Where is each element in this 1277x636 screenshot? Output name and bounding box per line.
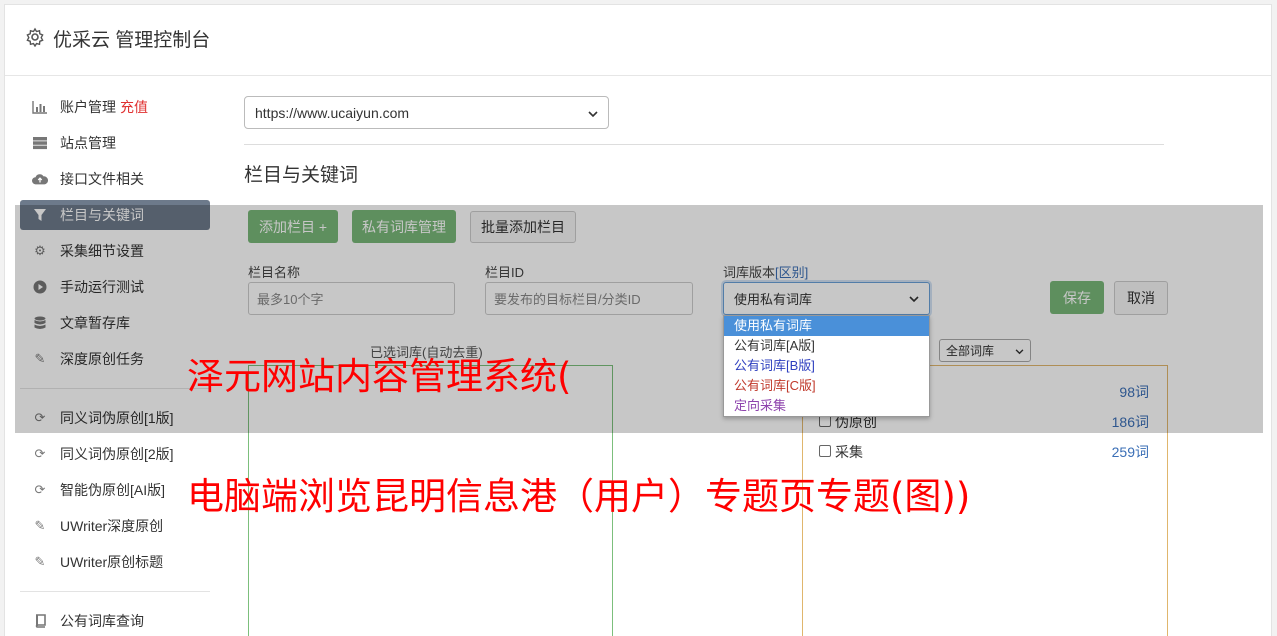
- chevron-down-icon: [1015, 344, 1024, 358]
- sidebar-item-uwriter-deep[interactable]: ✎ UWriter深度原创: [20, 511, 210, 541]
- sidebar-item-label: 公有词库查询: [60, 613, 144, 629]
- batch-add-button[interactable]: 批量添加栏目: [470, 211, 576, 243]
- sidebar-item-interface[interactable]: 接口文件相关: [20, 164, 210, 194]
- column-name-label: 栏目名称: [248, 265, 301, 280]
- difference-link[interactable]: [区别]: [775, 265, 808, 280]
- column-name-input[interactable]: 最多10个字: [248, 282, 455, 315]
- sidebar-item-manual-run[interactable]: 手动运行测试: [20, 272, 210, 302]
- sidebar-item-label: 账户管理: [60, 99, 116, 115]
- database-icon: [32, 315, 48, 331]
- sidebar-item-deep-original[interactable]: ✎ 深度原创任务: [20, 344, 210, 374]
- chevron-down-icon: [588, 105, 598, 121]
- watermark-line-1: 泽元网站内容管理系统(: [187, 355, 572, 398]
- sidebar-item-account[interactable]: 账户管理 充值: [20, 92, 210, 122]
- edit-icon: ✎: [34, 554, 46, 569]
- version-option[interactable]: 公有词库[A版]: [724, 336, 929, 356]
- sidebar-item-label: UWriter原创标题: [60, 554, 164, 570]
- sidebar-item-label: UWriter深度原创: [60, 518, 164, 534]
- cloud-upload-icon: [32, 171, 48, 187]
- sidebar-item-label: 采集细节设置: [60, 243, 144, 259]
- save-button[interactable]: 保存: [1050, 281, 1104, 314]
- lib-filter-select[interactable]: 全部词库: [939, 339, 1031, 362]
- version-dropdown: 使用私有词库 公有词库[A版] 公有词库[B版] 公有词库[C版] 定向采集: [723, 315, 930, 417]
- chevron-down-icon: [909, 291, 919, 306]
- version-select-value: 使用私有词库: [734, 292, 813, 307]
- book-icon: [32, 613, 48, 629]
- version-label-text: 词库版本: [723, 265, 776, 280]
- sidebar: 账户管理 充值 站点管理 接口文件相关 栏目与关键词 ⚙ 采集细节设置 手动运行…: [20, 92, 210, 636]
- cancel-button[interactable]: 取消: [1114, 281, 1168, 315]
- version-option[interactable]: 使用私有词库: [724, 316, 929, 336]
- play-circle-icon: [32, 279, 48, 295]
- version-option[interactable]: 公有词库[B版]: [724, 356, 929, 376]
- refresh-icon: ⟳: [34, 482, 46, 497]
- site-select-value: https://www.ucaiyun.com: [255, 104, 410, 121]
- page-title: 栏目与关键词: [244, 165, 359, 186]
- sidebar-item-sites[interactable]: 站点管理: [20, 128, 210, 158]
- sidebar-item-uwriter-title[interactable]: ✎ UWriter原创标题: [20, 547, 210, 577]
- lib-count: 186词: [1111, 414, 1149, 430]
- app-title: 优采云 管理控制台: [53, 30, 211, 51]
- lib-name-wrap: 采集: [819, 442, 863, 462]
- refresh-icon: ⟳: [34, 446, 46, 461]
- sidebar-divider: [20, 591, 210, 592]
- add-column-button[interactable]: 添加栏目 +: [248, 210, 338, 243]
- sidebar-item-columns[interactable]: 栏目与关键词: [20, 200, 210, 230]
- version-select[interactable]: 使用私有词库: [723, 282, 930, 315]
- column-id-label: 栏目ID: [485, 265, 525, 280]
- sidebar-item-collect-settings[interactable]: ⚙ 采集细节设置: [20, 236, 210, 266]
- lib-count: 259词: [1111, 444, 1149, 460]
- gear-icon: [26, 27, 44, 47]
- private-lib-button[interactable]: 私有词库管理: [352, 210, 456, 243]
- site-select[interactable]: https://www.ucaiyun.com: [244, 96, 609, 129]
- lib-filter-value: 全部词库: [946, 344, 995, 358]
- checkbox[interactable]: [819, 445, 831, 457]
- sidebar-item-label: 深度原创任务: [60, 351, 144, 367]
- recharge-link[interactable]: 充值: [120, 97, 148, 117]
- sidebar-item-synonym-v2[interactable]: ⟳ 同义词伪原创[2版]: [20, 439, 210, 469]
- sidebar-item-label: 接口文件相关: [60, 171, 144, 187]
- lib-count: 98词: [1119, 384, 1149, 400]
- column-id-input[interactable]: 要发布的目标栏目/分类ID: [485, 282, 693, 315]
- server-icon: [32, 135, 48, 151]
- sidebar-item-label: 文章暂存库: [60, 315, 130, 331]
- section-divider: [244, 144, 1164, 145]
- version-label: 词库版本[区别]: [723, 262, 808, 281]
- bar-chart-icon: [32, 99, 48, 115]
- watermark-line-2: 电脑端浏览昆明信息港（用户）专题页专题(图)): [187, 475, 971, 518]
- sidebar-item-public-lib[interactable]: 公有词库查询: [20, 606, 210, 636]
- lib-name: 采集: [835, 444, 863, 460]
- version-option[interactable]: 公有词库[C版]: [724, 376, 929, 396]
- gears-icon: ⚙: [34, 243, 46, 258]
- refresh-icon: ⟳: [34, 410, 46, 425]
- sidebar-item-label: 智能伪原创[AI版]: [60, 482, 166, 498]
- sidebar-item-synonym-v1[interactable]: ⟳ 同义词伪原创[1版]: [20, 403, 210, 433]
- sidebar-item-label: 栏目与关键词: [60, 207, 144, 223]
- edit-icon: ✎: [34, 351, 46, 366]
- sidebar-item-label: 同义词伪原创[2版]: [60, 446, 174, 462]
- sidebar-item-ai-rewrite[interactable]: ⟳ 智能伪原创[AI版]: [20, 475, 210, 505]
- top-bar: 优采云 管理控制台: [5, 5, 1271, 76]
- sidebar-item-label: 手动运行测试: [60, 279, 144, 295]
- list-item[interactable]: 采集 259词: [819, 442, 1149, 462]
- sidebar-item-label: 站点管理: [60, 135, 116, 151]
- sidebar-item-article-store[interactable]: 文章暂存库: [20, 308, 210, 338]
- sidebar-item-label: 同义词伪原创[1版]: [60, 410, 174, 426]
- sidebar-divider: [20, 388, 210, 389]
- edit-icon: ✎: [34, 518, 46, 533]
- version-option[interactable]: 定向采集: [724, 396, 929, 416]
- filter-icon: [32, 207, 48, 223]
